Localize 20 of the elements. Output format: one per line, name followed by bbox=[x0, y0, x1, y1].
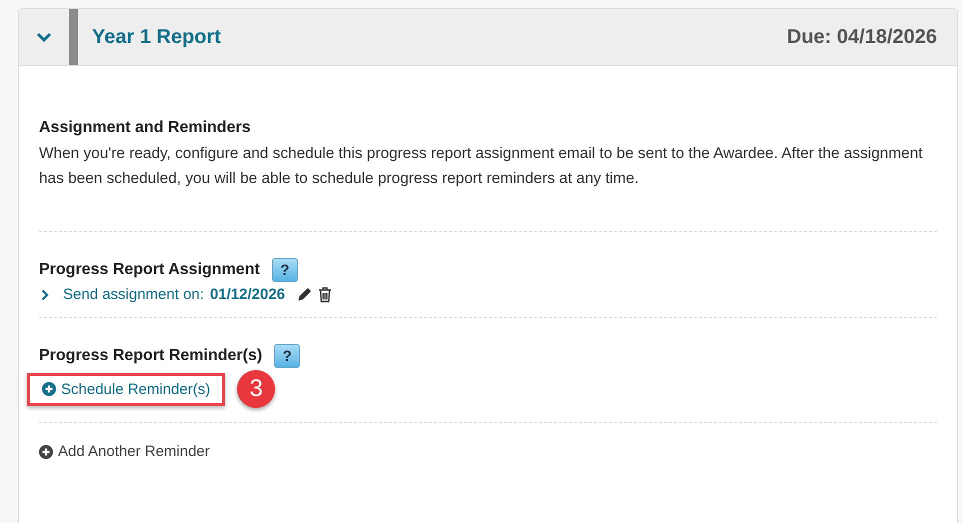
panel-title: Year 1 Report bbox=[92, 26, 221, 48]
assignment-date: 01/12/2026 bbox=[210, 286, 286, 303]
plus-circle-icon bbox=[39, 444, 53, 458]
step-badge: 3 bbox=[237, 370, 276, 408]
chevron-right-icon[interactable] bbox=[41, 288, 49, 300]
section-heading: Progress Report Assignment bbox=[39, 261, 260, 279]
due-date: Due: 04/18/2026 bbox=[786, 26, 937, 48]
section-description: When you're ready, configure and schedule this progress report assignment email to be sent to the Awardee. After the assignment has been scheduled, you will be able to schedule progress report reminders at any time. bbox=[39, 144, 924, 189]
help-button[interactable]: ? bbox=[274, 344, 300, 368]
add-reminder-link[interactable]: Add Another Reminder bbox=[39, 443, 210, 460]
plus-circle-icon bbox=[42, 382, 56, 396]
accent-bar bbox=[69, 9, 78, 65]
send-assignment-link[interactable]: Send assignment on: bbox=[63, 286, 204, 303]
pencil-icon[interactable] bbox=[297, 287, 312, 302]
trash-icon[interactable] bbox=[318, 286, 332, 302]
schedule-reminder-link[interactable]: Schedule Reminder(s) bbox=[27, 372, 226, 406]
chevron-down-icon bbox=[36, 32, 52, 42]
help-button[interactable]: ? bbox=[272, 258, 298, 282]
section-heading: Assignment and Reminders bbox=[39, 119, 252, 137]
section-heading: Progress Report Reminder(s) bbox=[39, 347, 262, 365]
